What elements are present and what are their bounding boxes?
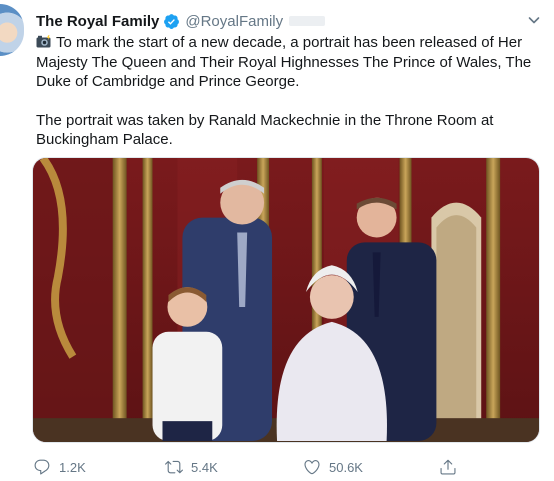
reply-icon [34, 459, 50, 475]
tweet-paragraph-2: The portrait was taken by Ranald Mackech… [36, 111, 494, 149]
retweet-button[interactable]: 5.4K [165, 455, 218, 479]
tweet-text: To mark the start of a new decade, a por… [36, 33, 544, 150]
reply-button[interactable]: 1.2K [33, 455, 86, 479]
portrait-image [33, 158, 539, 442]
redacted-timestamp [289, 16, 326, 26]
author-handle[interactable]: @RoyalFamily [185, 13, 283, 30]
retweet-icon [165, 460, 183, 474]
camera-with-flash-icon [36, 35, 51, 48]
verified-badge-icon [164, 13, 180, 29]
author-name[interactable]: The Royal Family [36, 13, 159, 30]
tweet-header: The Royal Family @RoyalFamily [36, 11, 326, 31]
author-avatar[interactable] [0, 4, 24, 56]
like-button[interactable]: 50.6K [303, 455, 363, 479]
retweet-count: 5.4K [191, 459, 218, 475]
heart-icon [304, 460, 320, 475]
reply-count: 1.2K [59, 459, 86, 475]
share-icon [440, 459, 456, 475]
share-button[interactable] [439, 455, 465, 479]
like-count: 50.6K [329, 459, 363, 475]
tweet-paragraph-1: To mark the start of a new decade, a por… [36, 34, 532, 90]
royal-portrait-photo[interactable] [32, 157, 540, 443]
tweet-actions: 1.2K 5.4K 50.6K [0, 455, 554, 479]
chevron-down-icon[interactable] [528, 14, 540, 26]
